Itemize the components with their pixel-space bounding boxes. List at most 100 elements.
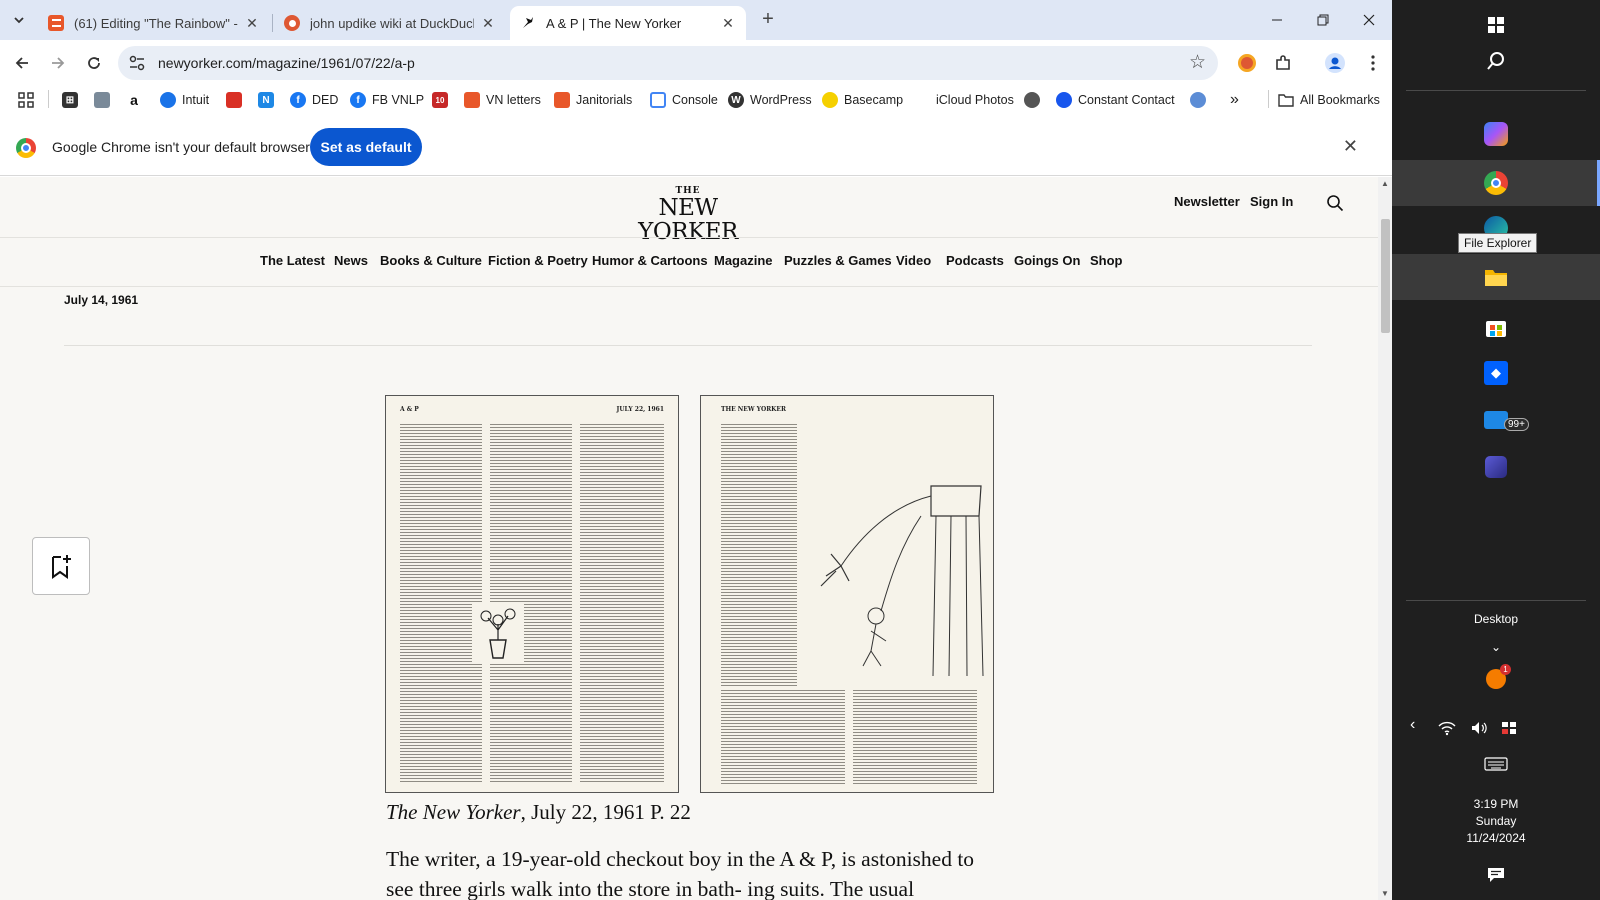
site-header: THE NEW YORKER Newsletter Sign In (0, 177, 1378, 244)
nav-magazine[interactable]: Magazine (714, 253, 773, 268)
chrome-taskbar-icon[interactable] (1392, 160, 1600, 206)
extensions-puzzle-icon[interactable] (1272, 52, 1294, 74)
back-button[interactable] (10, 51, 34, 75)
minimize-button[interactable] (1254, 0, 1300, 40)
copilot-icon[interactable] (1392, 116, 1600, 152)
bookmark-label: Janitorials (576, 93, 633, 107)
new-tab-button[interactable]: + (756, 8, 780, 31)
tab-title: A & P | The New Yorker (546, 15, 682, 31)
nav-fiction-poetry[interactable]: Fiction & Poetry (488, 253, 588, 268)
tray-app-icon[interactable] (1500, 720, 1518, 736)
search-icon[interactable] (1326, 194, 1344, 212)
bookmarks-divider (48, 90, 49, 108)
bookmark-icon-6[interactable] (1024, 90, 1046, 110)
system-tray: ‹ (1392, 716, 1600, 740)
magazine-page-scan-left[interactable]: A & P JULY 22, 1961 (385, 395, 679, 793)
close-window-button[interactable] (1346, 0, 1392, 40)
bookmark-icon-5[interactable]: 10 (432, 90, 454, 110)
clipchamp-icon[interactable] (1392, 450, 1600, 484)
forward-button[interactable] (46, 51, 70, 75)
start-button[interactable] (1392, 8, 1600, 42)
duckduckgo-extension-icon[interactable] (1236, 52, 1258, 74)
scan-date-heading: JULY 22, 1961 (616, 406, 664, 413)
edge-icon[interactable] (1392, 214, 1600, 234)
chevron-left-icon[interactable]: ‹ (1410, 716, 1415, 734)
bookmark-intuit[interactable]: Intuit (160, 90, 209, 110)
profile-avatar-icon[interactable] (1324, 52, 1346, 74)
save-article-button[interactable] (32, 537, 90, 595)
bookmark-icloud-photos[interactable]: iCloud Photos (914, 90, 1014, 110)
nav-goings-on[interactable]: Goings On (1014, 253, 1080, 268)
all-bookmarks-button[interactable]: All Bookmarks (1278, 90, 1380, 110)
close-tab-icon[interactable]: ✕ (480, 15, 496, 32)
nav-podcasts[interactable]: Podcasts (946, 253, 1004, 268)
page-scrollbar[interactable]: ▲ ▼ (1378, 177, 1392, 900)
bookmark-wordpress[interactable]: W WordPress (728, 90, 812, 110)
magazine-page-scan-right[interactable]: THE NEW YORKER (700, 395, 994, 793)
microsoft-store-icon[interactable] (1392, 310, 1600, 344)
nav-video[interactable]: Video (896, 253, 931, 268)
search-icon (1487, 52, 1504, 70)
bookmark-janitorials[interactable]: Janitorials (554, 90, 632, 110)
bookmark-console[interactable]: Console (650, 90, 718, 110)
bookmark-star-icon[interactable]: ☆ (1189, 51, 1206, 74)
scroll-down-icon[interactable]: ▼ (1381, 889, 1389, 898)
nav-books-culture[interactable]: Books & Culture (380, 253, 482, 268)
tab-new-yorker[interactable]: A & P | The New Yorker ✕ (510, 6, 746, 40)
keyboard-icon[interactable] (1392, 752, 1600, 776)
wifi-icon[interactable] (1438, 720, 1456, 736)
bookmark-ded[interactable]: f DED (290, 90, 338, 110)
site-info-icon[interactable] (128, 54, 146, 72)
notification-app-icon[interactable]: 1 (1392, 664, 1600, 694)
clock-day[interactable]: Sunday (1392, 814, 1600, 828)
scroll-up-icon[interactable]: ▲ (1381, 179, 1389, 188)
restore-button[interactable] (1300, 0, 1346, 40)
nav-puzzles-games[interactable]: Puzzles & Games (784, 253, 892, 268)
file-explorer-icon[interactable] (1392, 254, 1600, 300)
dropbox-icon[interactable]: ◆ (1392, 356, 1600, 390)
nav-the-latest[interactable]: The Latest (260, 253, 325, 268)
tab-title: (61) Editing "The Rainbow" - Su (74, 15, 238, 31)
url-text[interactable]: newyorker.com/magazine/1961/07/22/a-p (158, 55, 415, 71)
bookmark-icon-4[interactable]: N (258, 90, 280, 110)
tab-rainbow[interactable]: (61) Editing "The Rainbow" - Su ✕ (38, 6, 270, 40)
nav-shop[interactable]: Shop (1090, 253, 1123, 268)
arrow-left-icon (15, 57, 28, 69)
amazon-icon[interactable]: a (126, 90, 148, 110)
nav-humor-cartoons[interactable]: Humor & Cartoons (592, 253, 708, 268)
mail-icon[interactable]: 99+ (1392, 402, 1600, 438)
bookmark-icon-7[interactable] (1190, 90, 1212, 110)
bookmark-icon-3[interactable] (226, 90, 248, 110)
scrollbar-thumb[interactable] (1381, 219, 1390, 333)
clock-time[interactable]: 3:19 PM (1392, 797, 1600, 811)
volume-icon[interactable] (1470, 720, 1488, 736)
close-tab-icon[interactable]: ✕ (244, 15, 260, 32)
search-button[interactable] (1392, 44, 1600, 78)
bookmark-vn-letters[interactable]: VN letters (464, 90, 541, 110)
toolbar: newyorker.com/magazine/1961/07/22/a-p ☆ (0, 40, 1392, 86)
newsletter-link[interactable]: Newsletter (1174, 194, 1240, 209)
bookmark-basecamp[interactable]: Basecamp (822, 90, 903, 110)
reload-button[interactable] (82, 51, 106, 75)
menu-kebab-icon[interactable] (1362, 52, 1384, 74)
reload-icon (88, 57, 100, 69)
apps-grid-icon[interactable] (18, 90, 34, 110)
nav-news[interactable]: News (334, 253, 368, 268)
tab-duckduckgo[interactable]: john updike wiki at DuckDuckGo ✕ (274, 6, 506, 40)
chevron-down-icon[interactable]: ⌄ (1392, 638, 1600, 656)
bookmark-icon-1[interactable]: ⊞ (62, 90, 84, 110)
bookmark-constant-contact[interactable]: Constant Contact (1056, 90, 1175, 110)
address-bar[interactable]: newyorker.com/magazine/1961/07/22/a-p ☆ (118, 46, 1218, 80)
set-as-default-button[interactable]: Set as default (310, 128, 422, 166)
bookmark-icon-2[interactable] (94, 90, 116, 110)
desktop-label[interactable]: Desktop (1392, 612, 1600, 626)
tab-search-button[interactable] (6, 7, 32, 33)
sign-in-link[interactable]: Sign In (1250, 194, 1293, 209)
notifications-icon[interactable] (1392, 864, 1600, 886)
bookmark-fb-vnlp[interactable]: f FB VNLP (350, 90, 424, 110)
bookmarks-overflow-button[interactable]: » (1230, 90, 1239, 110)
clock-date[interactable]: 11/24/2024 (1392, 831, 1600, 845)
close-tab-icon[interactable]: ✕ (720, 15, 736, 32)
close-icon[interactable]: ✕ (1343, 136, 1358, 157)
new-yorker-logo[interactable]: THE NEW YORKER (626, 186, 750, 244)
